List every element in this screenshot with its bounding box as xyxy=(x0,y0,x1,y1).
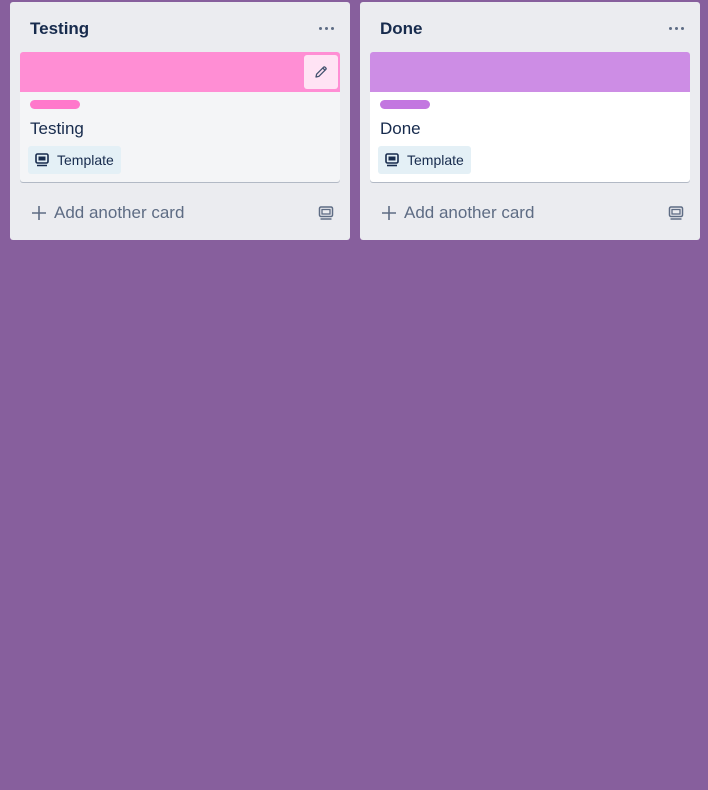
pencil-icon xyxy=(315,66,327,78)
template-badge-label: Template xyxy=(57,152,114,168)
create-from-template-button[interactable] xyxy=(666,203,686,223)
card-testing[interactable]: Testing Template xyxy=(20,52,340,182)
add-card-button[interactable]: Add another card xyxy=(30,199,184,227)
template-badge: Template xyxy=(28,146,121,174)
card-label[interactable] xyxy=(380,100,430,109)
card-title: Done xyxy=(380,119,421,138)
add-card-button[interactable]: Add another card xyxy=(380,199,534,227)
plus-icon xyxy=(32,206,46,220)
plus-icon xyxy=(382,206,396,220)
list-done: Done Done Template Add another card xyxy=(360,2,700,240)
list-title[interactable]: Testing xyxy=(30,19,89,39)
card-cover xyxy=(370,52,690,92)
edit-card-button[interactable] xyxy=(304,55,338,89)
card-label[interactable] xyxy=(30,100,80,109)
more-horizontal-icon xyxy=(318,26,334,30)
board-canvas: Testing Testing Template Add another car… xyxy=(0,0,708,790)
list-menu-button[interactable] xyxy=(660,14,692,42)
create-from-template-button[interactable] xyxy=(316,203,336,223)
card-done[interactable]: Done Template xyxy=(370,52,690,182)
card-template-icon xyxy=(35,153,49,167)
template-badge-label: Template xyxy=(407,152,464,168)
card-title: Testing xyxy=(30,119,84,138)
add-card-label: Add another card xyxy=(404,203,535,222)
more-horizontal-icon xyxy=(668,26,684,30)
list-header[interactable]: Done xyxy=(360,2,700,52)
list-testing: Testing Testing Template Add another car… xyxy=(10,2,350,240)
template-badge: Template xyxy=(378,146,471,174)
create-from-template-icon xyxy=(318,206,334,220)
card-template-icon xyxy=(385,153,399,167)
add-card-label: Add another card xyxy=(54,203,185,222)
card-cover xyxy=(20,52,340,92)
create-from-template-icon xyxy=(668,206,684,220)
list-title[interactable]: Done xyxy=(380,19,423,39)
list-menu-button[interactable] xyxy=(310,14,342,42)
list-header[interactable]: Testing xyxy=(10,2,350,52)
